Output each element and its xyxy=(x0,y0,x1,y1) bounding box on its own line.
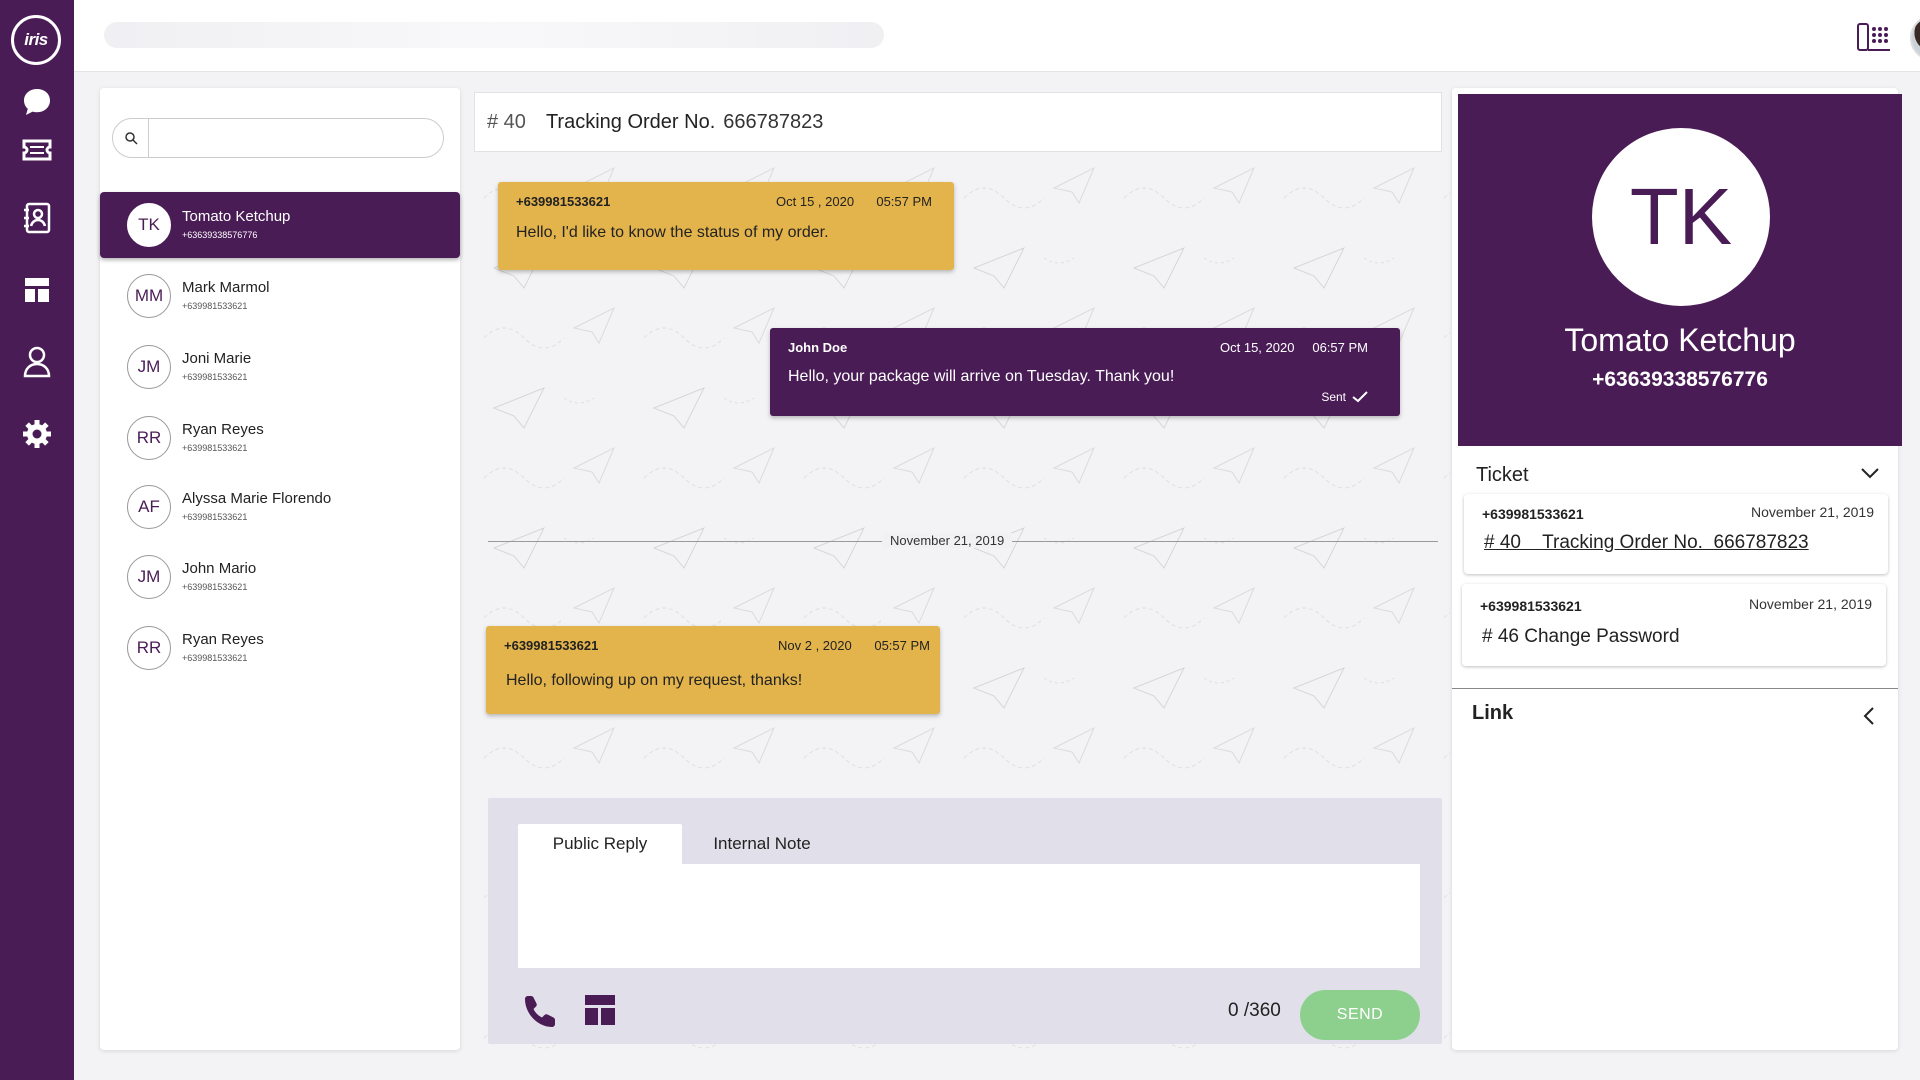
message-sender: +639981533621 xyxy=(504,638,599,653)
contact-name: Tomato Ketchup xyxy=(182,208,291,225)
chevron-left-icon[interactable] xyxy=(1862,706,1876,726)
contact-phone: +639981533621 xyxy=(182,301,248,311)
reply-textarea[interactable] xyxy=(518,864,1420,968)
order-number: 666787823 xyxy=(723,110,824,133)
profile-avatar: TK xyxy=(1592,128,1770,306)
profile-name: Tomato Ketchup xyxy=(1564,322,1796,358)
contact-phone: +639981533621 xyxy=(182,512,248,522)
ticket-section-title: Ticket xyxy=(1476,464,1529,486)
conversation-area: # 40 Tracking Order No. 666787823 +63998… xyxy=(474,88,1450,1050)
contact-name: Alyssa Marie Florendo xyxy=(182,490,332,507)
contact-name: Joni Marie xyxy=(182,350,252,367)
iris-logo[interactable]: iris xyxy=(11,15,61,65)
gear-icon[interactable] xyxy=(0,406,74,462)
message-sender: +639981533621 xyxy=(516,194,611,209)
character-counter: 0 /360 xyxy=(1228,1000,1281,1021)
contact-phone: +639981533621 xyxy=(182,653,248,663)
message-text: Hello, following up on my request, thank… xyxy=(506,672,803,689)
contact-phone: +639981533621 xyxy=(182,443,248,453)
tab-public-reply[interactable]: Public Reply xyxy=(518,824,682,864)
contact-avatar: RR xyxy=(127,626,171,670)
user-icon[interactable] xyxy=(0,334,74,390)
message-time: 05:57 PM xyxy=(876,194,932,209)
link-section-title: Link xyxy=(1472,702,1514,724)
message-status: Sent xyxy=(1321,390,1368,404)
profile-phone: +63639338576776 xyxy=(1592,368,1768,391)
date-divider-label: November 21, 2019 xyxy=(882,533,1013,548)
message-text: Hello, your package will arrive on Tuesd… xyxy=(788,368,1175,385)
contact-avatar: RR xyxy=(127,416,171,460)
contact-phone: +639981533621 xyxy=(182,372,248,382)
contact-phone: +63639338576776 xyxy=(182,230,258,240)
message-date: Oct 15, 2020 xyxy=(1220,340,1295,355)
message-date: Oct 15 , 2020 xyxy=(776,194,855,209)
incoming-message: +639981533621 Oct 15 , 2020 05:57 PM Hel… xyxy=(498,182,954,270)
message-date: Nov 2 , 2020 xyxy=(778,638,852,653)
left-navigation-rail: iris xyxy=(0,0,74,1080)
ticket-number: # 40 xyxy=(487,110,526,133)
chat-header: # 40 Tracking Order No. 666787823 xyxy=(474,92,1442,152)
reply-composer: Public Reply Internal Note 0 /360 SEND xyxy=(488,798,1442,1044)
contact-name: Ryan Reyes xyxy=(182,631,264,648)
contact-phone: +639981533621 xyxy=(182,582,248,592)
contact-item[interactable]: JM John Mario +639981533621 xyxy=(100,544,460,610)
contact-item[interactable]: MM Mark Marmol +639981533621 xyxy=(100,263,460,329)
contact-item[interactable]: RR Ryan Reyes +639981533621 xyxy=(100,405,460,471)
ticket-link[interactable]: # 40 Tracking Order No. 666787823 xyxy=(1484,532,1809,554)
ticket-date: November 21, 2019 xyxy=(1749,596,1872,612)
layout-icon[interactable] xyxy=(0,262,74,318)
contact-item[interactable]: JM Joni Marie +639981533621 xyxy=(100,334,460,400)
ticket-phone: +639981533621 xyxy=(1480,598,1582,614)
outgoing-message: John Doe Oct 15, 2020 06:57 PM Hello, yo… xyxy=(770,328,1400,416)
tab-internal-note[interactable]: Internal Note xyxy=(682,824,842,864)
section-divider xyxy=(1452,688,1898,689)
contact-details-panel: TK Tomato Ketchup +63639338576776 Ticket… xyxy=(1452,88,1902,1050)
contact-avatar: TK xyxy=(127,203,171,247)
contacts-panel: TK Tomato Ketchup +63639338576776 MM Mar… xyxy=(100,88,460,1050)
contacts-book-icon[interactable] xyxy=(0,190,74,246)
phone-icon[interactable] xyxy=(524,994,558,1028)
contact-item[interactable]: TK Tomato Ketchup +63639338576776 xyxy=(100,192,460,258)
ticket-title-line: # 46 Change Password xyxy=(1482,626,1680,648)
checkmark-icon xyxy=(1352,391,1368,403)
ticket-card[interactable]: +639981533621 November 21, 2019 # 46 Cha… xyxy=(1462,584,1886,666)
incoming-message: +639981533621 Nov 2 , 2020 05:57 PM Hell… xyxy=(486,626,940,714)
sent-label: Sent xyxy=(1321,390,1346,404)
ticket-title: Change Password xyxy=(1524,626,1680,647)
ticket-title: Tracking Order No. 666787823 xyxy=(1542,532,1809,553)
message-text: Hello, I'd like to know the status of my… xyxy=(516,224,829,241)
contact-name: Mark Marmol xyxy=(182,279,270,296)
chevron-down-icon[interactable] xyxy=(1860,466,1880,480)
contact-avatar: JM xyxy=(127,555,171,599)
dialpad-phone-icon[interactable] xyxy=(1856,20,1892,54)
search-icon[interactable] xyxy=(113,119,149,157)
ticket-card[interactable]: +639981533621 November 21, 2019 # 40 Tra… xyxy=(1464,494,1888,574)
contact-name: John Mario xyxy=(182,560,257,577)
contact-name: Ryan Reyes xyxy=(182,421,264,438)
ticket-number: # 40 xyxy=(1484,532,1521,553)
profile-card: TK Tomato Ketchup +63639338576776 xyxy=(1458,94,1902,446)
contact-avatar: AF xyxy=(127,485,171,529)
message-time: 06:57 PM xyxy=(1312,340,1368,355)
blurred-header-area xyxy=(104,22,884,48)
contact-avatar: JM xyxy=(127,345,171,389)
user-avatar[interactable] xyxy=(1910,15,1920,61)
top-bar xyxy=(74,0,1920,72)
contact-item[interactable]: AF Alyssa Marie Florendo +639981533621 xyxy=(100,474,460,540)
message-time: 05:57 PM xyxy=(874,638,930,653)
contact-item[interactable]: RR Ryan Reyes +639981533621 xyxy=(100,615,460,681)
ticket-icon[interactable] xyxy=(0,122,74,178)
contact-avatar: MM xyxy=(127,274,171,318)
ticket-number: # 46 xyxy=(1482,626,1519,647)
ticket-title: Tracking Order No. xyxy=(545,110,716,133)
search-input[interactable] xyxy=(153,125,433,151)
message-sender: John Doe xyxy=(788,340,848,355)
ticket-date: November 21, 2019 xyxy=(1751,504,1874,520)
search-box xyxy=(112,118,444,158)
send-button[interactable]: SEND xyxy=(1300,990,1420,1040)
template-layout-icon[interactable] xyxy=(584,994,616,1026)
ticket-phone: +639981533621 xyxy=(1482,506,1584,522)
